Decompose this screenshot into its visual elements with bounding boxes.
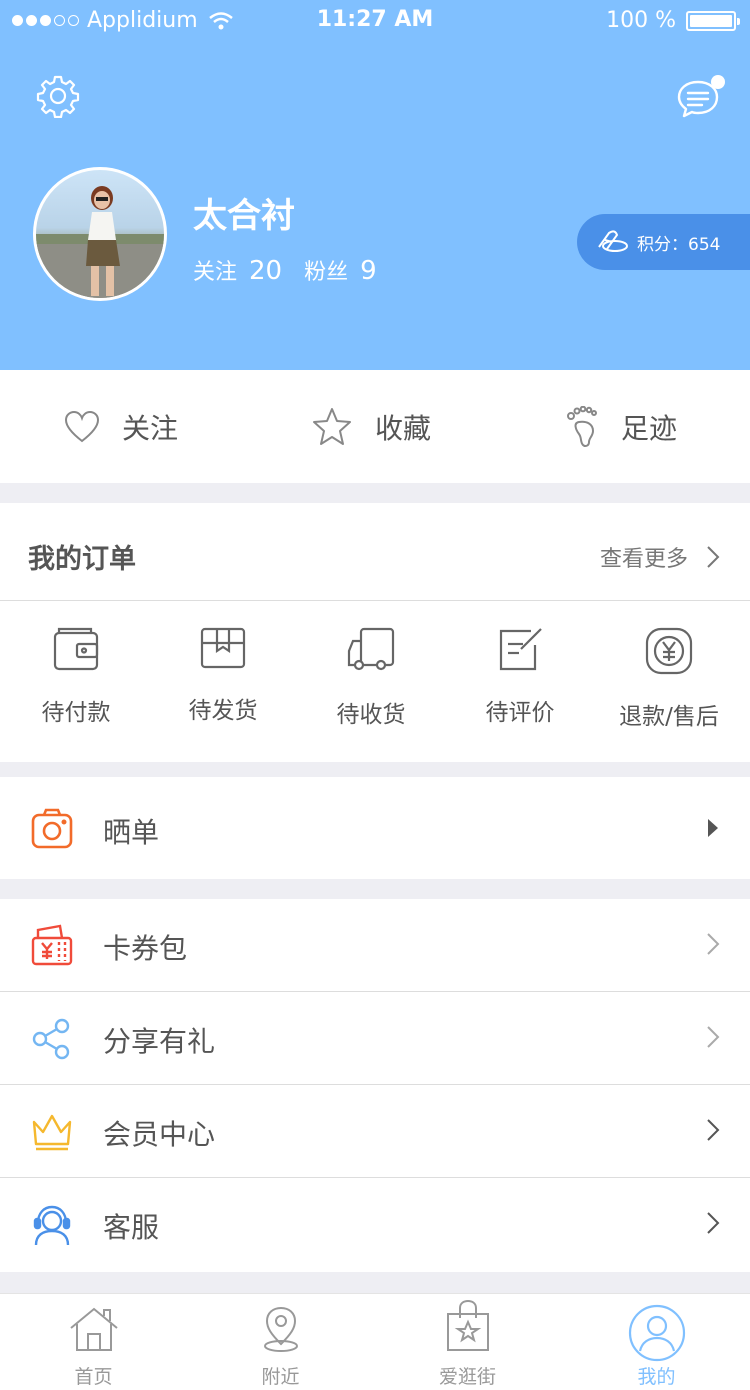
chevron-right-icon bbox=[707, 1212, 720, 1234]
tab-mine[interactable]: 我的 bbox=[563, 1294, 750, 1390]
share-icon bbox=[32, 1018, 70, 1060]
refund-icon bbox=[645, 627, 693, 675]
order-label: 待付款 bbox=[41, 700, 111, 726]
heart-icon bbox=[64, 410, 100, 442]
quick-links-bar: 关注 收藏 足迹 bbox=[0, 370, 750, 483]
menu-label: 会员中心 bbox=[103, 1118, 216, 1151]
orders-view-more[interactable]: 查看更多 bbox=[600, 541, 720, 573]
tab-label: 附近 bbox=[261, 1366, 300, 1388]
tab-label: 我的 bbox=[637, 1366, 676, 1388]
order-pending-payment[interactable]: 待付款 bbox=[2, 627, 150, 727]
chevron-right-icon bbox=[707, 546, 720, 568]
settings-icon[interactable] bbox=[36, 74, 80, 118]
home-icon bbox=[69, 1307, 118, 1351]
chevron-right-icon bbox=[707, 1119, 720, 1141]
points-value: 积分：654 bbox=[637, 234, 721, 255]
crown-icon bbox=[32, 1114, 72, 1151]
follow-stats: 关注 20 粉丝 9 bbox=[193, 254, 399, 286]
headset-icon bbox=[33, 1205, 71, 1246]
view-more-label: 查看更多 bbox=[599, 547, 688, 572]
profile-header: Applidium 11:27 AM 100 % 太合衬 关注 20 粉丝 9 … bbox=[0, 0, 750, 370]
truck-icon bbox=[347, 627, 395, 671]
order-pending-review[interactable]: 待评价 bbox=[446, 627, 594, 727]
tab-label: 首页 bbox=[74, 1366, 113, 1388]
location-icon bbox=[263, 1306, 298, 1352]
order-label: 待发货 bbox=[188, 698, 258, 724]
battery-icon bbox=[686, 10, 740, 31]
user-icon bbox=[628, 1304, 685, 1362]
box-icon bbox=[200, 627, 246, 669]
menu-label: 客服 bbox=[103, 1211, 160, 1244]
fans-label[interactable]: 粉丝 bbox=[304, 254, 348, 286]
menu-row-share[interactable]: 分享有礼 bbox=[0, 992, 750, 1084]
battery-percent: 100 % bbox=[606, 8, 676, 33]
following-label[interactable]: 关注 bbox=[193, 254, 237, 286]
order-pending-receipt[interactable]: 待收货 bbox=[297, 627, 445, 729]
points-badge[interactable]: 积分：654 bbox=[577, 214, 750, 270]
order-pending-shipment[interactable]: 待发货 bbox=[149, 627, 297, 725]
order-refund-aftersale[interactable]: 退款/售后 bbox=[595, 627, 743, 731]
quick-link-label: 足迹 bbox=[621, 411, 678, 445]
quick-link-favorites[interactable]: 收藏 bbox=[311, 370, 431, 483]
chevron-right-icon bbox=[707, 1026, 720, 1048]
menu-label: 分享有礼 bbox=[103, 1025, 216, 1058]
quick-link-footprints[interactable]: 足迹 bbox=[565, 370, 677, 483]
avatar-photo bbox=[36, 186, 164, 298]
star-icon bbox=[313, 407, 351, 445]
shopping-bag-icon bbox=[446, 1300, 489, 1351]
tab-nearby[interactable]: 附近 bbox=[187, 1294, 374, 1390]
order-label: 待评价 bbox=[485, 700, 555, 726]
camera-icon bbox=[31, 808, 73, 849]
tab-home[interactable]: 首页 bbox=[0, 1294, 187, 1390]
bottom-tab-bar: 首页 附近 爱逛街 我的 bbox=[0, 1293, 750, 1390]
footprint-icon bbox=[567, 405, 597, 447]
username: 太合衬 bbox=[193, 196, 295, 236]
avatar[interactable] bbox=[33, 167, 167, 301]
quick-link-follow[interactable]: 关注 bbox=[64, 370, 178, 483]
quick-link-label: 收藏 bbox=[375, 411, 432, 445]
following-count[interactable]: 20 bbox=[249, 256, 282, 286]
menu-label: 卡券包 bbox=[103, 932, 188, 965]
orders-title: 我的订单 bbox=[28, 544, 136, 575]
menu-row-member-center[interactable]: 会员中心 bbox=[0, 1085, 750, 1177]
menu-row-show-order[interactable]: 晒单 bbox=[0, 777, 750, 879]
tab-shopping[interactable]: 爱逛街 bbox=[374, 1294, 561, 1390]
fans-count[interactable]: 9 bbox=[360, 256, 377, 286]
my-orders-panel: 我的订单 查看更多 待付款 待发货 待收货 待评价 退款/售后 bbox=[0, 503, 750, 762]
order-label: 待收货 bbox=[336, 702, 406, 728]
status-bar: Applidium 11:27 AM 100 % bbox=[0, 0, 750, 40]
tab-label: 爱逛街 bbox=[438, 1366, 496, 1388]
coupon-icon bbox=[31, 924, 73, 966]
wallet-icon bbox=[53, 627, 99, 671]
orders-header[interactable]: 我的订单 查看更多 bbox=[0, 503, 750, 601]
message-icon[interactable] bbox=[676, 74, 726, 120]
edit-icon bbox=[499, 628, 542, 671]
menu-label: 晒单 bbox=[103, 816, 160, 849]
caret-right-icon bbox=[708, 819, 718, 837]
menu-row-customer-service[interactable]: 客服 bbox=[0, 1178, 750, 1272]
chevron-right-icon bbox=[707, 933, 720, 955]
menu-row-coupons[interactable]: 卡券包 bbox=[0, 899, 750, 991]
coins-icon bbox=[598, 230, 628, 252]
quick-link-label: 关注 bbox=[122, 411, 179, 445]
order-label: 退款/售后 bbox=[619, 704, 719, 730]
